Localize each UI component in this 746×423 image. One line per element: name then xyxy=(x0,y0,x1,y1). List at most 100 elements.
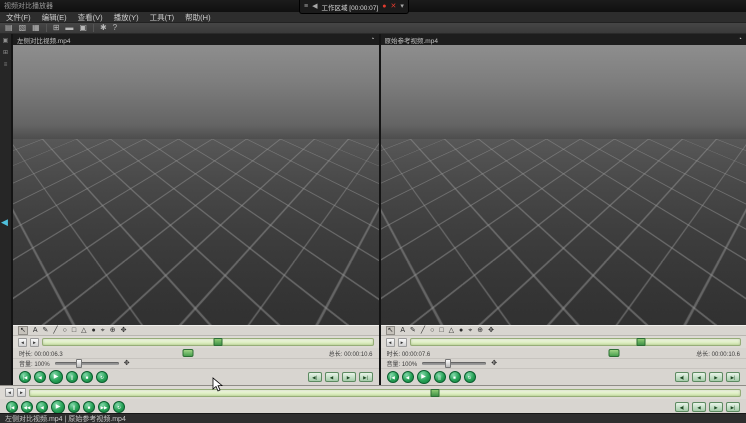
step-back-button[interactable]: ◄ xyxy=(5,388,14,397)
go-start-button[interactable]: |◀ xyxy=(19,371,31,383)
pencil-tool-icon[interactable]: ✎ xyxy=(43,327,49,334)
marker-strip[interactable] xyxy=(69,349,323,357)
frame-end-button[interactable]: ▶| xyxy=(358,372,373,382)
seek-marker[interactable] xyxy=(213,338,223,346)
go-start-button[interactable]: |◀ xyxy=(386,371,399,383)
select-tool-icon[interactable]: ↖ xyxy=(385,326,396,335)
select-tool-icon[interactable]: ↖ xyxy=(18,326,28,335)
new-file-icon[interactable]: ▤ xyxy=(5,24,13,32)
frame-prev-button[interactable]: ◀ xyxy=(692,372,706,382)
volume-thumb[interactable] xyxy=(76,359,82,368)
pencil-tool-icon[interactable]: ✎ xyxy=(410,327,416,334)
sync-icon[interactable]: ✥ xyxy=(491,360,497,367)
stop-button[interactable]: ■ xyxy=(81,371,93,383)
menu-icon[interactable]: ≡ xyxy=(304,3,308,10)
target-tool-icon[interactable]: ⌖ xyxy=(468,327,472,334)
frame-end-button[interactable]: ▶| xyxy=(726,401,740,412)
zoom-tool-icon[interactable]: ⊕ xyxy=(110,327,116,334)
menu-edit[interactable]: 编辑(E) xyxy=(42,12,67,23)
stop-button[interactable]: ■ xyxy=(83,400,95,413)
step-back-button[interactable]: ◄ xyxy=(385,337,395,347)
frame-prev-button[interactable]: ◀ xyxy=(324,372,339,382)
clock-icon[interactable]: ◔ xyxy=(370,36,374,43)
rewind-button[interactable]: ◀◀ xyxy=(21,400,33,413)
line-tool-icon[interactable]: ╱ xyxy=(421,327,425,334)
step-forward-button[interactable]: ► xyxy=(397,337,407,347)
film-icon[interactable]: ▬ xyxy=(65,24,73,32)
stop-button[interactable]: ■ xyxy=(448,371,461,383)
video-viewport-right[interactable] xyxy=(380,45,746,325)
color-tool-icon[interactable]: ● xyxy=(92,327,96,334)
snapshot-icon[interactable]: ▣ xyxy=(79,24,87,32)
step-forward-button[interactable]: ► xyxy=(30,337,39,347)
play-button[interactable]: ▶ xyxy=(51,399,65,414)
loop-button[interactable]: ↻ xyxy=(96,371,108,383)
frame-next-button[interactable]: ▶ xyxy=(709,401,723,412)
rail-camera-icon[interactable]: ▣ xyxy=(3,38,9,44)
rail-grid-icon[interactable]: ⊞ xyxy=(3,50,8,56)
volume-slider[interactable] xyxy=(54,359,119,368)
menu-file[interactable]: 文件(F) xyxy=(6,12,31,23)
menu-play[interactable]: 播放(Y) xyxy=(114,12,139,23)
frame-next-button[interactable]: ▶ xyxy=(709,372,723,382)
volume-slider[interactable] xyxy=(422,359,487,368)
volume-thumb[interactable] xyxy=(445,359,452,368)
play-button[interactable]: ▶ xyxy=(416,370,431,384)
marker-strip[interactable] xyxy=(436,349,690,357)
global-seek-marker[interactable] xyxy=(430,388,440,397)
rect-tool-icon[interactable]: □ xyxy=(72,327,76,334)
step-back-button[interactable]: ◄ xyxy=(18,337,27,347)
prev-button[interactable]: ◀ xyxy=(401,371,414,383)
pause-button[interactable]: || xyxy=(433,371,446,383)
pan-tool-icon[interactable]: ✥ xyxy=(488,327,494,334)
zoom-tool-icon[interactable]: ⊕ xyxy=(477,327,483,334)
triangle-tool-icon[interactable]: △ xyxy=(449,327,454,334)
rail-menu-icon[interactable]: ≡ xyxy=(4,62,8,68)
pause-button[interactable]: || xyxy=(68,400,80,413)
ellipse-tool-icon[interactable]: ○ xyxy=(63,327,67,334)
rect-tool-icon[interactable]: □ xyxy=(439,327,443,334)
go-start-button[interactable]: |◀ xyxy=(6,400,18,413)
prev-button[interactable]: ◀ xyxy=(34,371,46,383)
menu-tools[interactable]: 工具(T) xyxy=(150,12,175,23)
pin-icon[interactable]: ▾ xyxy=(400,3,404,10)
pause-button[interactable]: || xyxy=(66,371,78,383)
global-seek-bar[interactable] xyxy=(29,388,741,397)
triangle-tool-icon[interactable]: △ xyxy=(81,327,86,334)
text-tool-icon[interactable]: A xyxy=(400,327,405,334)
menu-view[interactable]: 查看(V) xyxy=(78,12,103,23)
frame-start-button[interactable]: ◀| xyxy=(675,372,689,382)
seek-bar-left[interactable] xyxy=(42,338,374,346)
open-file-icon[interactable]: ▧ xyxy=(19,24,27,32)
settings-icon[interactable]: ✱ xyxy=(100,24,107,32)
help-icon[interactable]: ? xyxy=(113,24,117,32)
save-icon[interactable]: ▦ xyxy=(32,24,40,32)
line-tool-icon[interactable]: ╱ xyxy=(53,327,57,334)
pan-tool-icon[interactable]: ✥ xyxy=(121,327,127,334)
frame-start-button[interactable]: ◀| xyxy=(675,401,689,412)
close-icon[interactable]: ✕ xyxy=(390,3,396,10)
collapse-arrow-icon[interactable]: ◀ xyxy=(1,218,8,227)
frame-next-button[interactable]: ▶ xyxy=(341,372,356,382)
ellipse-tool-icon[interactable]: ○ xyxy=(430,327,434,334)
frame-marker-badge[interactable] xyxy=(182,349,194,357)
frame-marker-badge[interactable] xyxy=(608,349,620,357)
fast-forward-button[interactable]: ▶▶ xyxy=(98,400,110,413)
step-forward-button[interactable]: ► xyxy=(17,388,26,397)
loop-button[interactable]: ↻ xyxy=(463,371,476,383)
frame-end-button[interactable]: ▶| xyxy=(726,372,740,382)
clock-icon[interactable]: ◔ xyxy=(738,36,742,43)
frame-start-button[interactable]: ◀| xyxy=(307,372,322,382)
back-icon[interactable]: ◀ xyxy=(312,3,317,10)
frame-prev-button[interactable]: ◀ xyxy=(692,401,706,412)
layout-grid-icon[interactable]: ⊞ xyxy=(53,24,60,32)
loop-button[interactable]: ↻ xyxy=(113,400,125,413)
seek-bar-right[interactable] xyxy=(409,338,741,346)
prev-button[interactable]: ◀ xyxy=(36,400,48,413)
color-tool-icon[interactable]: ● xyxy=(459,327,463,334)
target-tool-icon[interactable]: ⌖ xyxy=(101,327,105,334)
play-button[interactable]: ▶ xyxy=(49,370,63,384)
menu-help[interactable]: 帮助(H) xyxy=(185,12,210,23)
video-viewport-left[interactable] xyxy=(13,45,379,325)
record-icon[interactable]: ● xyxy=(382,3,386,10)
